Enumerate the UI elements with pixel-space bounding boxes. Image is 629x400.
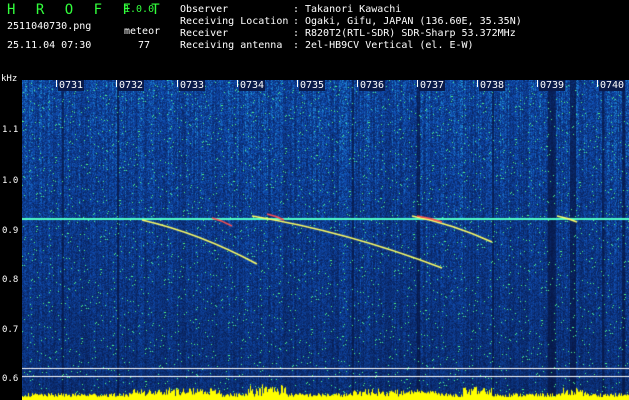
time-label: 0736 — [359, 80, 386, 91]
info-separator: : — [293, 40, 300, 51]
info-value-receiver: R820T2(RTL-SDR) SDR-Sharp 53.372MHz — [305, 28, 516, 39]
y-tick-label: 0.8 — [2, 275, 19, 285]
time-label: 0735 — [299, 80, 326, 91]
info-value-observer: Takanori Kawachi — [305, 4, 402, 15]
time-tick — [237, 80, 238, 87]
y-tick-label: 0.6 — [2, 374, 19, 384]
time-tick — [177, 80, 178, 87]
time-label: 0732 — [118, 80, 145, 91]
hroft-window: H R O F F T 1.0.0 2511040730.png meteor … — [0, 0, 629, 400]
y-tick-label: 1.1 — [2, 125, 19, 135]
y-tick-label: 1.0 — [2, 176, 19, 186]
time-label: 0734 — [239, 80, 266, 91]
info-value-location: Ogaki, Gifu, JAPAN (136.60E, 35.35N) — [305, 16, 522, 27]
time-tick — [297, 80, 298, 87]
app-version: 1.0.0 — [124, 4, 155, 15]
y-axis-unit: kHz — [1, 74, 18, 84]
time-label: 0737 — [419, 80, 446, 91]
info-separator: : — [293, 4, 300, 15]
y-tick-label: 0.7 — [2, 325, 19, 335]
spectrogram-panel — [22, 80, 629, 400]
spectrogram-canvas — [22, 80, 629, 400]
time-label: 0738 — [479, 80, 506, 91]
time-label: 0739 — [539, 80, 566, 91]
info-separator: : — [293, 28, 300, 39]
info-label-observer: Observer — [180, 4, 229, 15]
detection-type-label: meteor — [124, 26, 161, 37]
time-tick — [357, 80, 358, 87]
time-tick — [56, 80, 57, 87]
time-tick — [537, 80, 538, 87]
timestamp: 25.11.04 07:30 — [7, 40, 92, 51]
time-tick — [116, 80, 117, 87]
time-label: 0731 — [58, 80, 85, 91]
info-label-receiver: Receiver — [180, 28, 229, 39]
time-tick — [477, 80, 478, 87]
time-tick — [417, 80, 418, 87]
time-label: 0733 — [179, 80, 206, 91]
time-tick — [597, 80, 598, 87]
info-label-antenna: Receiving antenna — [180, 40, 283, 51]
meteor-count: 77 — [138, 40, 151, 51]
info-separator: : — [293, 16, 300, 27]
y-tick-label: 0.9 — [2, 226, 19, 236]
file-name: 2511040730.png — [7, 21, 92, 32]
time-label: 0740 — [599, 80, 626, 91]
info-label-location: Receiving Location — [180, 16, 289, 27]
info-value-antenna: 2el-HB9CV Vertical (el. E-W) — [305, 40, 474, 51]
